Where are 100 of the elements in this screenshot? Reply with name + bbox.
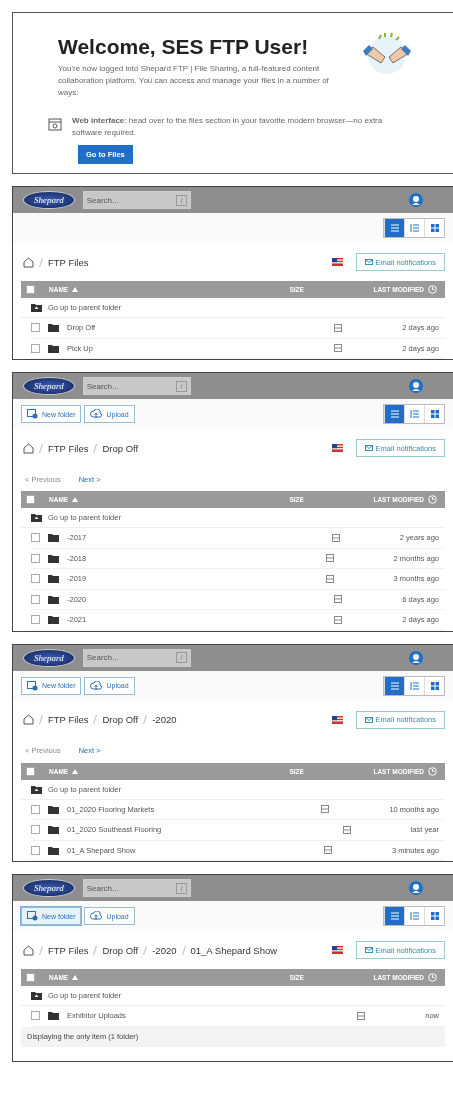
search-field[interactable]: Search...: [82, 191, 191, 209]
new-folder-icon[interactable]: [27, 409, 38, 419]
home-icon[interactable]: [23, 256, 34, 268]
cloud-upload-icon[interactable]: [90, 680, 103, 691]
logo[interactable]: Shepard: [23, 879, 75, 897]
flag-icon[interactable]: [331, 444, 343, 452]
breadcrumb-link[interactable]: 01_A Shepard Show: [190, 944, 278, 956]
clock-icon[interactable]: [428, 285, 437, 294]
folder-size-icon[interactable]: [325, 574, 334, 583]
select-all-checkbox[interactable]: [26, 766, 35, 776]
breadcrumb-link[interactable]: FTP Files: [48, 256, 89, 268]
folder-size-icon[interactable]: [321, 805, 330, 814]
grid-icon[interactable]: [429, 223, 440, 233]
row-checkbox[interactable]: [31, 533, 40, 543]
breadcrumb-link[interactable]: FTP Files: [48, 442, 89, 454]
breadcrumb-link[interactable]: Drop Off: [102, 714, 139, 725]
sort-ascending-icon[interactable]: [72, 768, 79, 774]
flag-icon[interactable]: [331, 258, 343, 266]
row-checkbox[interactable]: [31, 1011, 40, 1021]
details-view-button[interactable]: [404, 219, 424, 237]
grid-icon[interactable]: [429, 911, 440, 921]
home-icon[interactable]: [23, 714, 34, 725]
details-list-icon[interactable]: [409, 911, 420, 921]
grid-view-button[interactable]: [424, 907, 444, 925]
grid-view-button[interactable]: [424, 676, 444, 695]
select-all-checkbox[interactable]: [26, 495, 35, 504]
row-checkbox[interactable]: [31, 825, 40, 835]
parent-folder-icon[interactable]: [31, 991, 42, 1000]
folder-size-icon[interactable]: [334, 615, 343, 624]
row-checkbox[interactable]: [31, 845, 40, 855]
select-all-checkbox[interactable]: [26, 973, 35, 982]
envelope-icon[interactable]: [364, 445, 373, 451]
row-checkbox[interactable]: [31, 323, 40, 333]
parent-folder-icon[interactable]: [31, 513, 42, 522]
folder-size-icon[interactable]: [334, 595, 343, 604]
list-view-button[interactable]: [384, 676, 404, 695]
folder-size-icon[interactable]: [323, 846, 332, 855]
details-list-icon[interactable]: [409, 680, 420, 691]
list-view-button[interactable]: [384, 405, 404, 423]
envelope-icon[interactable]: [364, 259, 373, 265]
list-view-button[interactable]: [384, 907, 404, 925]
list-view-button[interactable]: [384, 219, 404, 237]
row-checkbox[interactable]: [31, 594, 40, 604]
grid-icon[interactable]: [429, 680, 440, 691]
folder-size-icon[interactable]: [357, 1011, 366, 1020]
home-icon[interactable]: [23, 442, 34, 454]
search-field[interactable]: Search...: [82, 377, 191, 395]
new-folder-icon[interactable]: [27, 680, 38, 691]
select-all-checkbox[interactable]: [26, 285, 35, 294]
details-view-button[interactable]: [404, 405, 424, 423]
list-icon[interactable]: [389, 223, 400, 233]
row-checkbox[interactable]: [31, 804, 40, 814]
parent-folder-icon[interactable]: [31, 784, 42, 794]
row-checkbox[interactable]: [31, 615, 40, 625]
home-icon[interactable]: [23, 944, 34, 956]
details-view-button[interactable]: [404, 907, 424, 925]
sort-ascending-icon[interactable]: [72, 975, 79, 980]
folder-size-icon[interactable]: [334, 344, 343, 353]
clock-icon[interactable]: [428, 495, 437, 504]
row-checkbox[interactable]: [31, 574, 40, 584]
breadcrumb-link[interactable]: Drop Off: [102, 442, 139, 454]
grid-view-button[interactable]: [424, 219, 444, 237]
envelope-icon[interactable]: [364, 716, 373, 723]
sort-ascending-icon[interactable]: [72, 497, 79, 502]
cloud-upload-icon[interactable]: [90, 911, 103, 921]
grid-icon[interactable]: [429, 409, 440, 419]
folder-size-icon[interactable]: [331, 533, 340, 542]
logo[interactable]: Shepard: [23, 377, 75, 395]
envelope-icon[interactable]: [364, 947, 373, 953]
sort-ascending-icon[interactable]: [72, 287, 79, 292]
search-field[interactable]: Search...: [82, 648, 191, 667]
flag-icon[interactable]: [331, 715, 343, 724]
logo[interactable]: Shepard: [23, 648, 75, 667]
breadcrumb-link[interactable]: FTP Files: [48, 714, 89, 725]
clock-icon[interactable]: [428, 973, 437, 982]
flag-icon[interactable]: [331, 946, 343, 954]
details-list-icon[interactable]: [409, 223, 420, 233]
user-avatar-icon[interactable]: [409, 193, 423, 207]
breadcrumb-link[interactable]: -2020: [152, 714, 177, 725]
grid-view-button[interactable]: [424, 405, 444, 423]
parent-folder-icon[interactable]: [31, 303, 42, 312]
breadcrumb-link[interactable]: -2020: [152, 944, 177, 956]
breadcrumb-link[interactable]: Drop Off: [102, 944, 139, 956]
breadcrumb-link[interactable]: FTP Files: [48, 944, 89, 956]
user-avatar-icon[interactable]: [409, 881, 423, 895]
folder-size-icon[interactable]: [334, 323, 343, 332]
user-avatar-icon[interactable]: [409, 379, 423, 393]
search-field[interactable]: Search...: [82, 879, 191, 897]
list-icon[interactable]: [389, 911, 400, 921]
row-checkbox[interactable]: [31, 343, 40, 353]
new-folder-icon[interactable]: [27, 911, 38, 921]
folder-size-icon[interactable]: [325, 554, 334, 563]
folder-size-icon[interactable]: [342, 825, 351, 834]
logo[interactable]: Shepard: [23, 191, 75, 209]
row-checkbox[interactable]: [31, 553, 40, 563]
details-view-button[interactable]: [404, 676, 424, 695]
cloud-upload-icon[interactable]: [90, 409, 103, 419]
list-icon[interactable]: [389, 680, 400, 691]
list-icon[interactable]: [389, 409, 400, 419]
user-avatar-icon[interactable]: [409, 650, 423, 665]
